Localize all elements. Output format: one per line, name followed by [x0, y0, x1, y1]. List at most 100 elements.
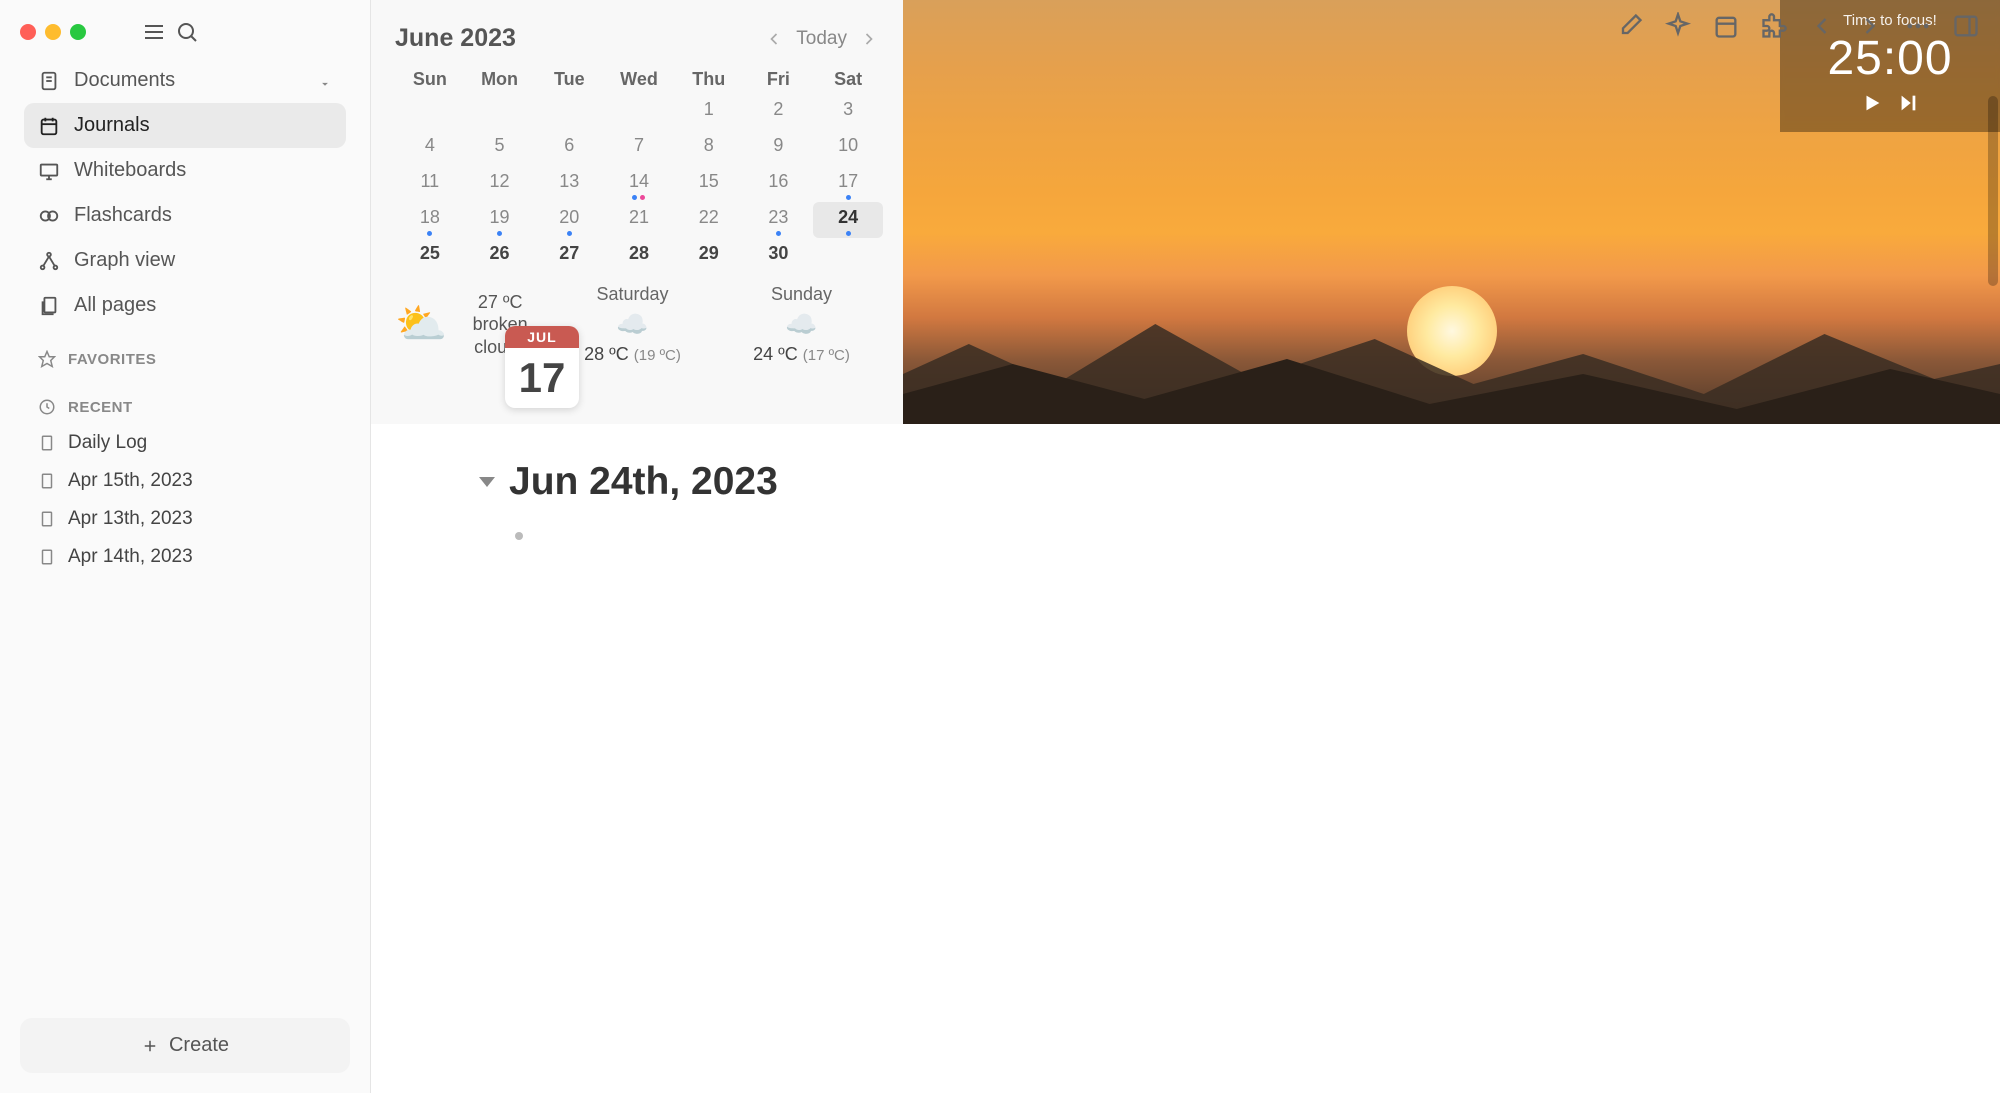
calendar-day[interactable]: 23 [744, 202, 814, 238]
nav-forward-icon[interactable] [1856, 12, 1884, 40]
plugin-icon[interactable] [1760, 12, 1788, 40]
scrollbar-thumb[interactable] [1988, 96, 1998, 286]
calendar-day[interactable]: 6 [534, 130, 604, 166]
calendar-day[interactable]: 2 [744, 94, 814, 130]
calendar-day[interactable]: 16 [744, 166, 814, 202]
top-toolbar [1616, 12, 1980, 40]
calendar-day [465, 94, 535, 130]
calendar-day[interactable]: 12 [465, 166, 535, 202]
calendar-day[interactable]: 17 [813, 166, 883, 202]
panel-right-icon[interactable] [1952, 12, 1980, 40]
window-minimize-icon[interactable] [45, 24, 61, 40]
calendar-dow: Wed [604, 63, 674, 94]
recent-list: Daily Log Apr 15th, 2023 Apr 13th, 2023 … [0, 424, 370, 576]
calendar-icon [38, 115, 60, 137]
recent-item[interactable]: Daily Log [38, 424, 332, 462]
calendar-day[interactable]: 19 [465, 202, 535, 238]
calendar-day[interactable]: 11 [395, 166, 465, 202]
sidebar-item-whiteboards[interactable]: Whiteboards [24, 148, 346, 193]
clock-icon [38, 398, 56, 416]
calendar-day [813, 238, 883, 274]
calendar-panel: June 2023 Today SunMonTueWedThuFriSat123… [371, 0, 903, 424]
calendar-day[interactable]: 15 [674, 166, 744, 202]
sparkle-icon[interactable] [1664, 12, 1692, 40]
calendar-day[interactable]: 30 [744, 238, 814, 274]
calendar-day[interactable]: 26 [465, 238, 535, 274]
collapse-caret-icon[interactable] [479, 477, 495, 487]
calendar-day[interactable]: 9 [744, 130, 814, 166]
more-icon[interactable] [1904, 12, 1932, 40]
calendar-day[interactable]: 3 [813, 94, 883, 130]
recent-item[interactable]: Apr 14th, 2023 [38, 538, 332, 576]
sidebar-item-graph-view[interactable]: Graph view [24, 238, 346, 283]
weather-today-icon: ⛅ [395, 300, 447, 349]
calendar-day[interactable]: 24 [813, 202, 883, 238]
sidebar-item-all-pages[interactable]: All pages [24, 283, 346, 328]
search-icon[interactable] [175, 20, 199, 44]
calendar-day [395, 94, 465, 130]
calendar-day[interactable]: 29 [674, 238, 744, 274]
sidebar-item-label: Whiteboards [74, 159, 332, 182]
calendar-next-icon[interactable] [859, 29, 879, 49]
empty-block[interactable] [515, 532, 1930, 540]
calendar-day[interactable]: 8 [674, 130, 744, 166]
calendar-today-button[interactable]: Today [796, 28, 847, 50]
calendar-day[interactable]: 7 [604, 130, 674, 166]
calendar-prev-icon[interactable] [764, 29, 784, 49]
skip-icon[interactable] [1897, 92, 1919, 114]
calendar-day[interactable]: 20 [534, 202, 604, 238]
graph-icon [38, 250, 60, 272]
date-badge-month: JUL [505, 326, 579, 348]
plus-icon [141, 1037, 159, 1055]
calendar-day[interactable]: 10 [813, 130, 883, 166]
calendar-dow: Mon [465, 63, 535, 94]
chevron-down-icon [318, 74, 332, 88]
calendar-day[interactable]: 28 [604, 238, 674, 274]
sidebar-item-journals[interactable]: Journals [24, 103, 346, 148]
calendar-day[interactable]: 13 [534, 166, 604, 202]
sidebar-item-flashcards[interactable]: Flashcards [24, 193, 346, 238]
calendar-dow: Sat [813, 63, 883, 94]
whiteboard-icon [38, 160, 60, 182]
calendar-day[interactable]: 18 [395, 202, 465, 238]
calendar-day[interactable]: 14 [604, 166, 674, 202]
nav-back-icon[interactable] [1808, 12, 1836, 40]
calendar-day[interactable]: 4 [395, 130, 465, 166]
calendar-day[interactable]: 21 [604, 202, 674, 238]
bullet-icon [515, 532, 523, 540]
calendar-dow: Thu [674, 63, 744, 94]
play-icon[interactable] [1861, 92, 1883, 114]
recent-section-header[interactable]: RECENT [0, 376, 370, 424]
calendar-day[interactable]: 22 [674, 202, 744, 238]
recent-item-label: Apr 13th, 2023 [68, 508, 193, 530]
recent-item-label: Apr 14th, 2023 [68, 546, 193, 568]
forecast-temp: 24 ºC (17 ºC) [720, 344, 883, 365]
calendar-day[interactable]: 25 [395, 238, 465, 274]
forecast-day-label: Saturday [551, 284, 714, 305]
calendar-toolbar-icon[interactable] [1712, 12, 1740, 40]
calendar-dow: Tue [534, 63, 604, 94]
create-button[interactable]: Create [20, 1018, 350, 1073]
create-label: Create [169, 1034, 229, 1057]
page-icon [38, 434, 56, 452]
main-area: June 2023 Today SunMonTueWedThuFriSat123… [371, 0, 2000, 1093]
forecast-sunday: Sunday ☁️ 24 ºC (17 ºC) [720, 284, 883, 365]
vertical-scrollbar[interactable] [1986, 0, 2000, 1093]
sidebar-item-label: Documents [74, 69, 304, 92]
recent-item[interactable]: Apr 15th, 2023 [38, 462, 332, 500]
window-zoom-icon[interactable] [70, 24, 86, 40]
favorites-section-header[interactable]: FAVORITES [0, 328, 370, 376]
calendar-day[interactable]: 1 [674, 94, 744, 130]
cloud-icon: ☁️ [720, 309, 883, 340]
sidebar-item-documents[interactable]: Documents [24, 58, 346, 103]
page-title-row: Jun 24th, 2023 [479, 460, 1930, 504]
sidebar-toggle-icon[interactable] [142, 20, 166, 44]
page-icon [38, 510, 56, 528]
calendar-day[interactable]: 5 [465, 130, 535, 166]
window-close-icon[interactable] [20, 24, 36, 40]
banner: June 2023 Today SunMonTueWedThuFriSat123… [371, 0, 2000, 424]
edit-icon[interactable] [1616, 12, 1644, 40]
recent-item[interactable]: Apr 13th, 2023 [38, 500, 332, 538]
recent-item-label: Apr 15th, 2023 [68, 470, 193, 492]
calendar-day[interactable]: 27 [534, 238, 604, 274]
